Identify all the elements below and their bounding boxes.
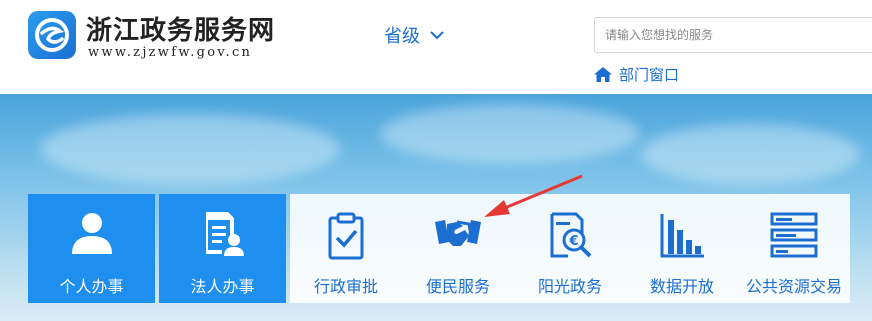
search-box [594, 17, 872, 53]
site-title[interactable]: 浙江政务服务网 [86, 10, 275, 47]
service-admin-approval-label: 行政审批 [313, 277, 378, 296]
service-convenience[interactable]: 便民服务 [402, 194, 514, 303]
service-open-data-label: 数据开放 [649, 277, 714, 296]
portal-personal-label: 个人办事 [59, 277, 124, 296]
dept-window-link[interactable]: 部门窗口 [594, 64, 679, 85]
portal-personal[interactable]: 个人办事 [28, 194, 155, 303]
service-convenience-label: 便民服务 [425, 277, 490, 296]
person-icon [71, 213, 112, 254]
service-public-resources[interactable]: 公共资源交易 [738, 194, 850, 303]
region-selector[interactable]: 省级 [384, 22, 444, 48]
bar-chart-icon [660, 214, 704, 258]
handshake-icon [435, 220, 481, 246]
site-url: www.zjzwfw.gov.cn [88, 45, 253, 60]
service-transparency-label: 阳光政务 [537, 277, 602, 296]
region-label: 省级 [384, 26, 420, 47]
service-panel: 行政审批 便民服务 € 阳光政务 数据开放 公共资源交易 [290, 194, 850, 303]
home-icon [594, 67, 612, 82]
dept-window-label: 部门窗口 [619, 66, 680, 84]
sky-cloud [640, 124, 860, 184]
service-open-data[interactable]: 数据开放 [626, 194, 738, 303]
sky-cloud [380, 104, 640, 164]
service-public-resources-label: 公共资源交易 [745, 277, 842, 296]
service-transparency[interactable]: € 阳光政务 [514, 194, 626, 303]
svg-text:€: € [568, 234, 578, 249]
portal-corporate[interactable]: 法人办事 [159, 194, 286, 303]
portal-corporate-label: 法人办事 [190, 277, 255, 296]
site-header: 浙江政务服务网 www.zjzwfw.gov.cn 省级 部门窗口 [0, 0, 872, 94]
clipboard-check-icon [328, 212, 364, 260]
server-stack-icon [770, 212, 818, 258]
service-admin-approval[interactable]: 行政审批 [290, 194, 402, 303]
search-input[interactable] [595, 18, 865, 52]
transparency-report-icon: € [550, 212, 592, 258]
sky-cloud [40, 114, 340, 184]
chevron-down-icon [430, 30, 444, 39]
site-logo-icon[interactable] [28, 11, 76, 59]
corporate-doc-icon [205, 212, 244, 256]
